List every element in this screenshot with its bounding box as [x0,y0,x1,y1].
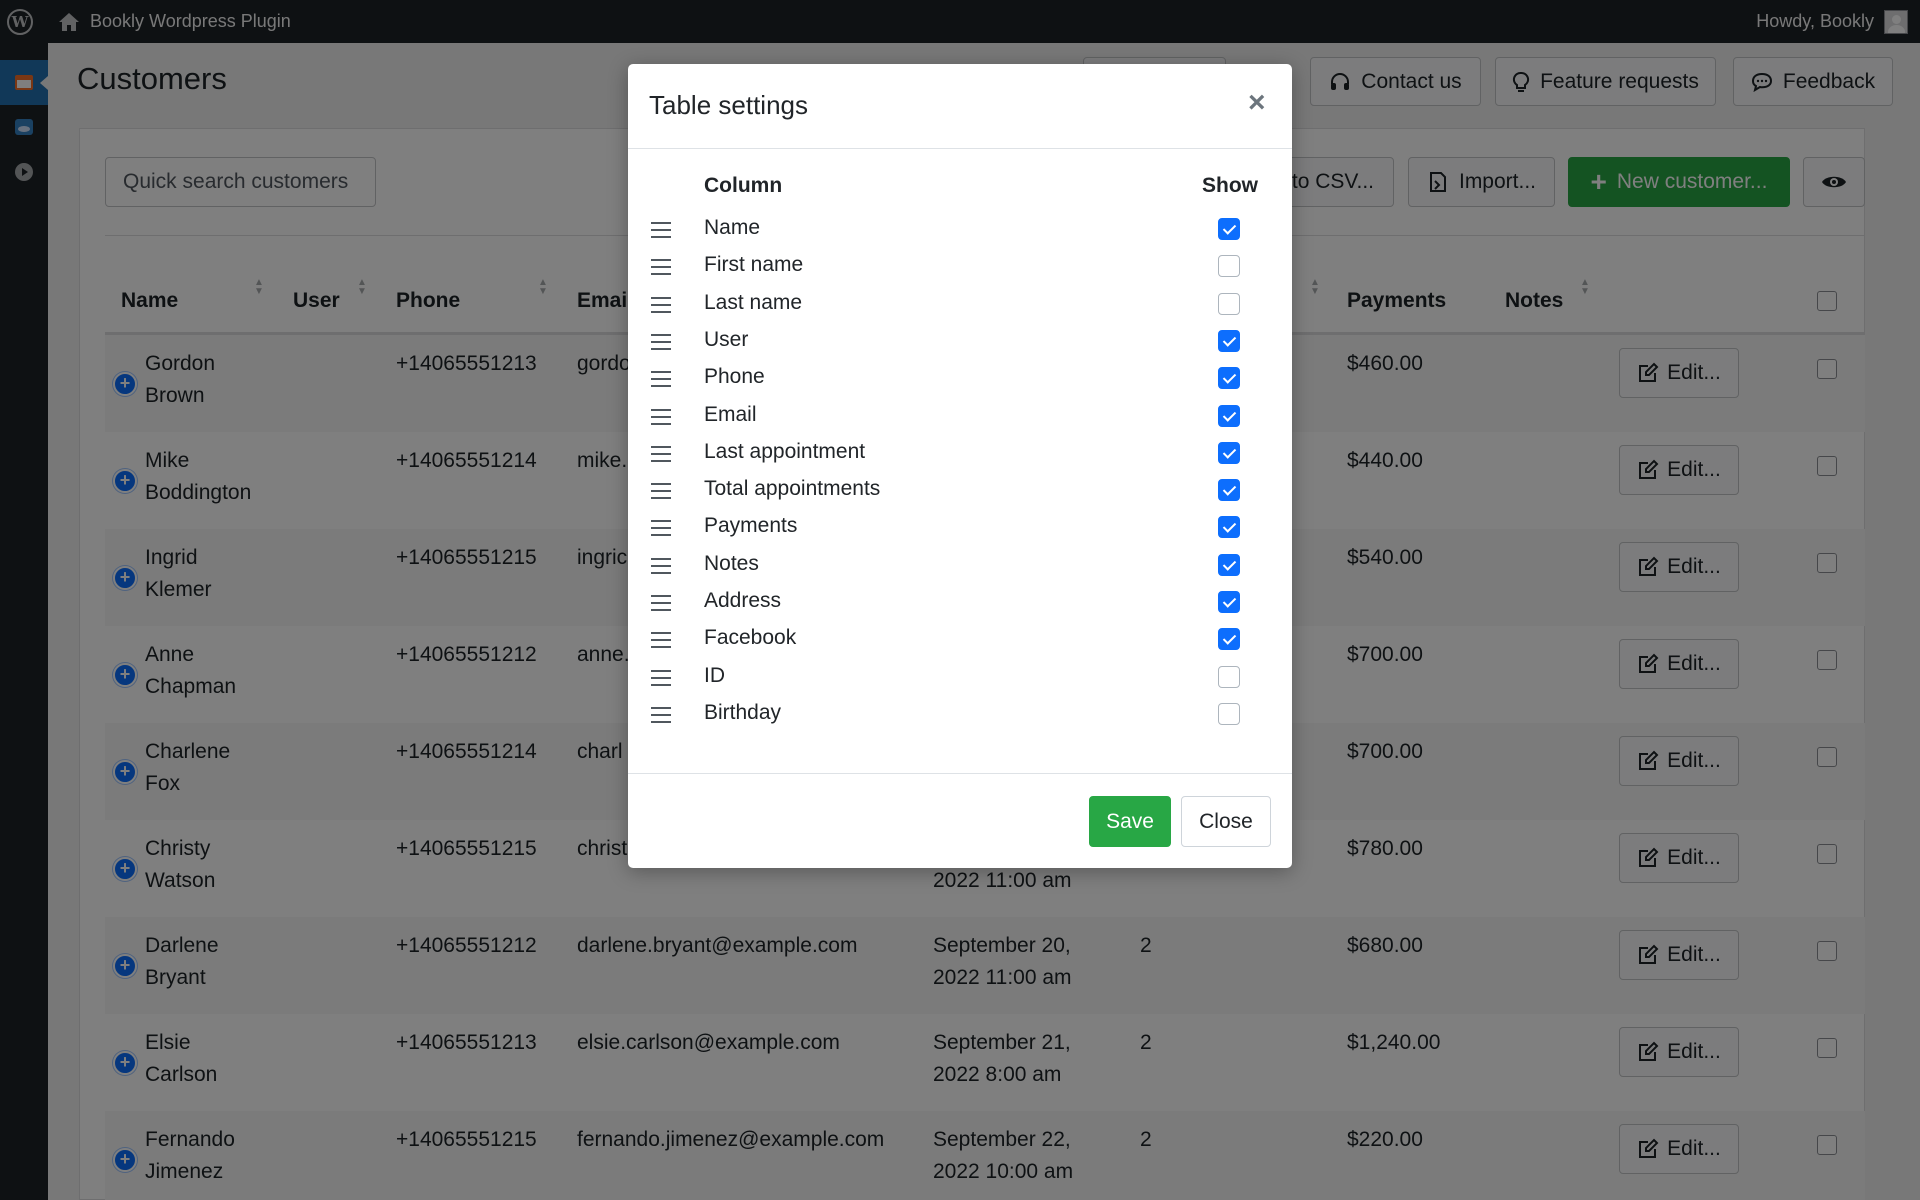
show-header-label: Show [1202,174,1258,197]
drag-handle-icon[interactable] [651,333,671,350]
column-setting-row: Last name [628,289,1292,326]
drag-handle-icon[interactable] [651,222,671,238]
column-setting-label: Name [704,216,761,239]
drag-handle-icon[interactable] [651,557,671,574]
show-column-checkbox[interactable] [1218,404,1240,427]
show-column-checkbox[interactable] [1218,702,1240,725]
drag-handle-icon[interactable] [651,483,671,500]
show-column-checkbox[interactable] [1218,665,1240,688]
table-settings-modal: Table settings × Column Show Name First n… [628,64,1292,868]
show-column-checkbox[interactable] [1218,441,1240,464]
column-header-label: Column [704,174,783,197]
drag-handle-icon[interactable] [651,371,671,388]
show-column-checkbox[interactable] [1218,553,1240,576]
column-setting-row: Total appointments [628,475,1292,512]
show-column-checkbox[interactable] [1218,628,1240,651]
drag-handle-icon[interactable] [651,632,671,649]
column-setting-row: Payments [628,512,1292,549]
show-column-checkbox[interactable] [1218,255,1240,278]
column-setting-row: Address [628,587,1292,624]
column-setting-label: Last appointment [704,439,866,463]
column-setting-label: ID [704,663,725,687]
drag-handle-icon[interactable] [651,408,671,425]
column-setting-row: Name [628,214,1292,251]
drag-handle-icon[interactable] [651,595,671,611]
drag-handle-icon[interactable] [651,669,671,686]
column-setting-label: Facebook [704,626,797,650]
save-button[interactable]: Save [1089,796,1171,847]
column-setting-label: Phone [704,365,765,389]
show-column-checkbox[interactable] [1218,367,1240,390]
drag-handle-icon[interactable] [651,296,671,313]
column-setting-label: Address [704,589,782,612]
column-setting-label: First name [704,253,804,277]
column-setting-row: Notes [628,550,1292,587]
show-column-checkbox[interactable] [1218,329,1240,352]
column-setting-row: Last appointment [628,438,1292,475]
column-setting-label: Last name [704,290,803,314]
column-setting-label: User [704,327,749,351]
show-column-checkbox[interactable] [1218,516,1240,539]
drag-handle-icon[interactable] [651,706,671,723]
show-column-checkbox[interactable] [1218,292,1240,315]
column-setting-label: Payments [704,514,798,538]
column-setting-row: First name [628,251,1292,288]
column-setting-row: Email [628,401,1292,438]
column-setting-label: Notes [704,551,759,575]
show-column-checkbox[interactable] [1218,479,1240,502]
column-setting-row: ID [628,662,1292,699]
drag-handle-icon[interactable] [651,520,671,537]
close-icon[interactable]: × [1248,88,1266,118]
column-setting-row: Phone [628,363,1292,400]
modal-title: Table settings [649,90,808,120]
column-setting-label: Email [704,402,757,426]
column-setting-row: Birthday [628,699,1292,736]
column-setting-row: Facebook [628,624,1292,661]
show-column-checkbox[interactable] [1218,591,1240,613]
column-setting-label: Total appointments [704,477,881,501]
show-column-checkbox[interactable] [1218,218,1240,240]
close-button[interactable]: Close [1181,796,1271,847]
column-setting-row: User [628,326,1292,363]
column-setting-label: Birthday [704,700,782,724]
modal-header: Table settings × [628,64,1292,149]
modal-footer-divider [628,773,1292,774]
drag-handle-icon[interactable] [651,445,671,462]
drag-handle-icon[interactable] [651,259,671,276]
